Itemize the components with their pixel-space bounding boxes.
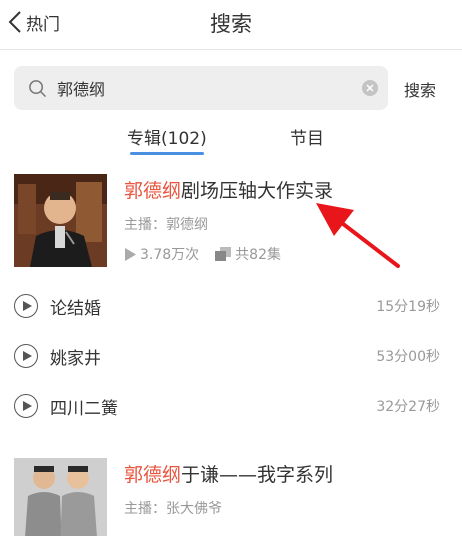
play-count: 3.78万次 (140, 247, 200, 263)
album-cover (14, 458, 107, 536)
track-item[interactable]: 四川二簧 32分27秒 (14, 386, 448, 426)
track-duration: 53分00秒 (376, 349, 440, 365)
play-icon (22, 351, 32, 361)
track-name: 四川二簧 (50, 398, 118, 419)
play-icon (22, 401, 32, 411)
search-bar: 搜索 (0, 66, 462, 110)
album-title-highlight: 郭德纲 (124, 180, 182, 202)
page-title: 搜索 (210, 12, 252, 36)
album-title: 郭德纲剧场压轴大作实录 (124, 176, 333, 203)
tab-albums[interactable]: 专辑(102) (127, 124, 207, 149)
track-item[interactable]: 论结婚 15分19秒 (14, 286, 448, 326)
result-tabs: 专辑(102) 节目 (0, 118, 462, 158)
play-icon (22, 301, 32, 311)
clear-search-button[interactable] (362, 80, 378, 96)
track-name: 姚家井 (50, 348, 101, 369)
album-item[interactable]: 郭德纲于谦——我字系列 主播：张大佛爷 (14, 458, 448, 536)
track-duration: 32分27秒 (376, 399, 440, 415)
active-tab-indicator (130, 152, 204, 155)
track-name: 论结婚 (50, 298, 101, 319)
album-item[interactable]: 郭德纲剧场压轴大作实录 主播：郭德纲 3.78万次 共82集 (14, 174, 448, 270)
album-cover-image (14, 458, 107, 536)
close-icon (366, 84, 374, 92)
tab-programs[interactable]: 节目 (290, 124, 324, 149)
album-title-highlight: 郭德纲 (124, 464, 182, 486)
album-cover (14, 174, 107, 267)
episode-count: 共82集 (235, 247, 281, 263)
album-stats: 3.78万次 共82集 (124, 244, 281, 264)
search-input[interactable] (57, 78, 337, 98)
album-host: 主播：郭德纲 (124, 217, 208, 233)
play-button[interactable] (14, 394, 38, 418)
play-button[interactable] (14, 344, 38, 368)
track-duration: 15分19秒 (376, 299, 440, 315)
search-submit-button[interactable]: 搜索 (404, 77, 436, 101)
play-count-icon (125, 247, 136, 261)
search-box[interactable] (14, 66, 388, 110)
nav-bar: 热门 搜索 (0, 0, 462, 50)
album-cover-image (14, 174, 107, 267)
album-title-rest: 剧场压轴大作实录 (181, 180, 334, 202)
play-button[interactable] (14, 294, 38, 318)
track-item[interactable]: 姚家井 53分00秒 (14, 336, 448, 376)
album-title-rest: 于谦——我字系列 (181, 464, 334, 486)
episode-count-icon (215, 247, 232, 261)
album-title: 郭德纲于谦——我字系列 (124, 460, 333, 487)
album-host: 主播：张大佛爷 (124, 501, 222, 517)
search-icon (29, 79, 46, 97)
